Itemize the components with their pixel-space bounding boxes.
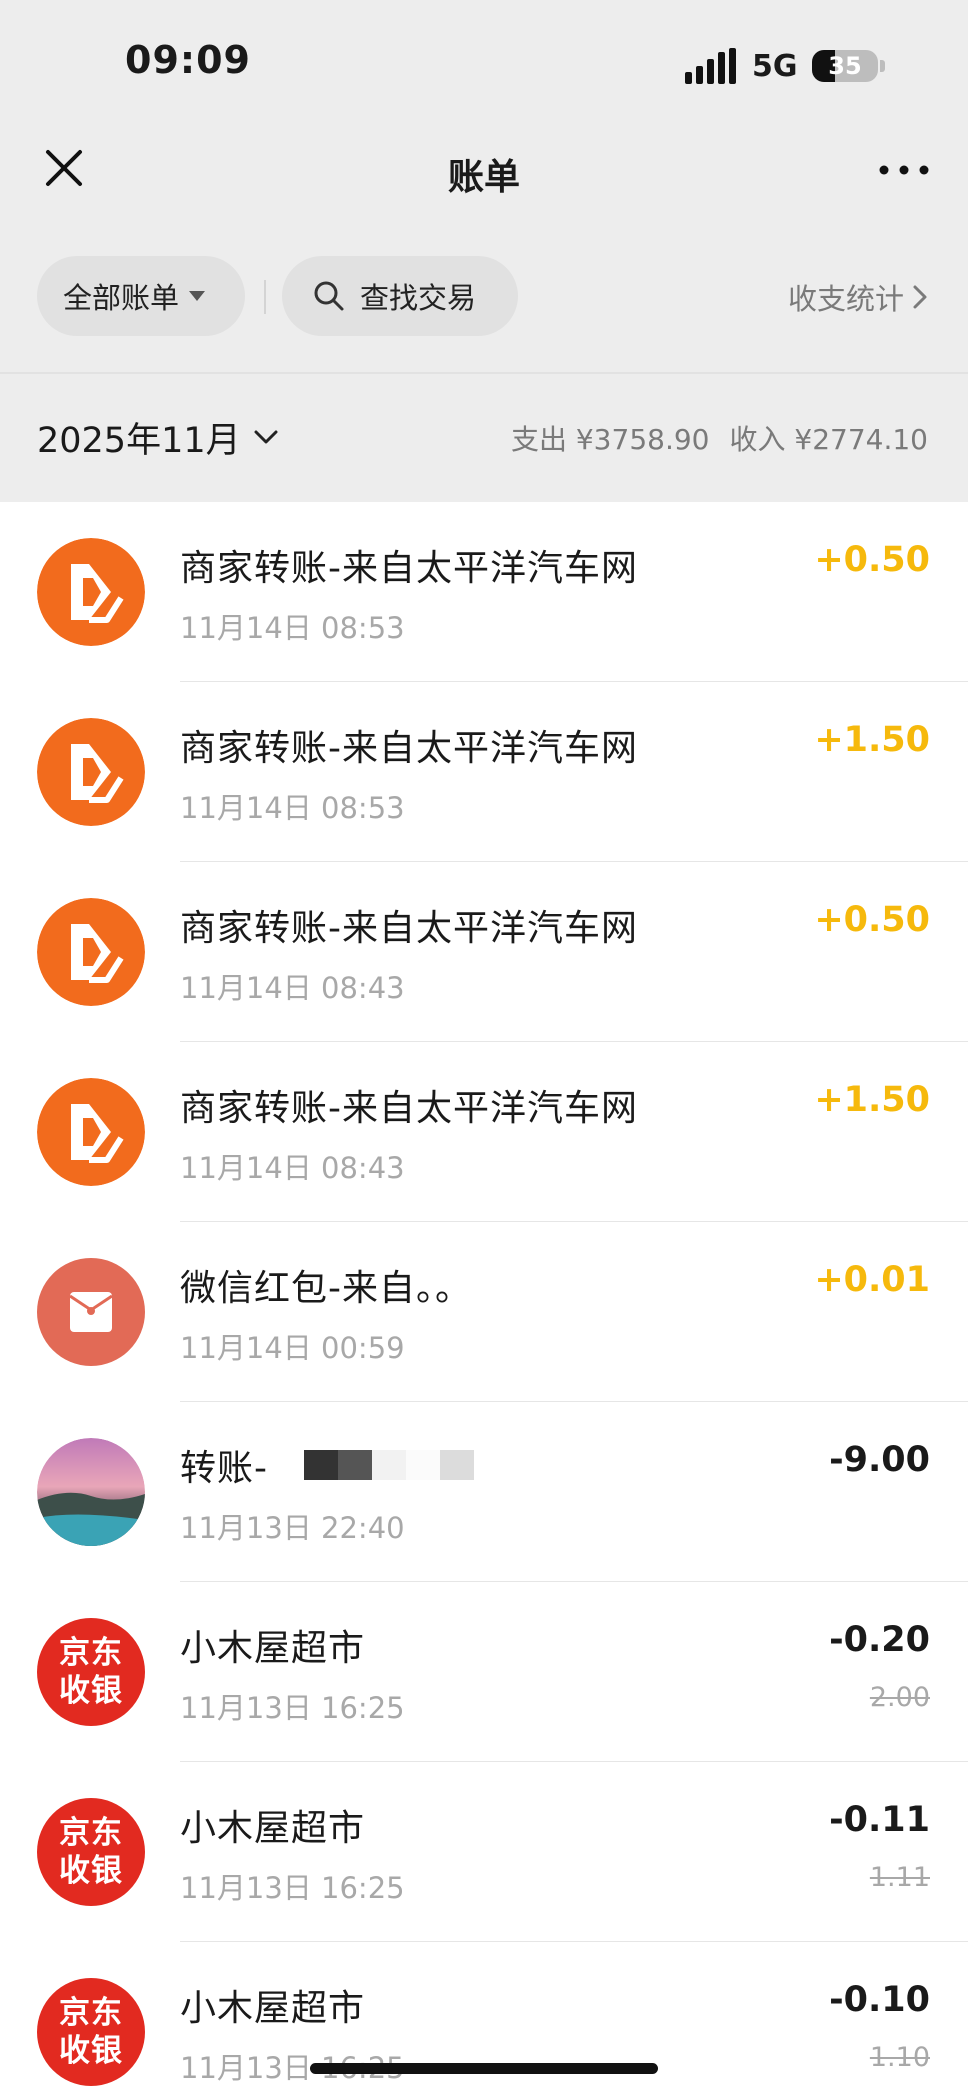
month-selector[interactable]: 2025年11月 xyxy=(37,412,279,463)
transaction-title: 商家转账-来自太平洋汽车网 xyxy=(180,1088,638,1129)
redacted-name xyxy=(304,1446,476,1482)
home-indicator[interactable] xyxy=(310,2063,658,2074)
expense-total: 支出 ¥3758.90 xyxy=(510,423,710,456)
transaction-time: 11月14日 08:53 xyxy=(180,611,405,645)
transaction-row[interactable]: 商家转账-来自太平洋汽车网 11月14日 08:53 +0.50 xyxy=(0,502,968,682)
transaction-amount: +0.50 xyxy=(814,540,930,580)
logo-line-2: 收银 xyxy=(59,1853,123,1889)
all-bills-label: 全部账单 xyxy=(63,281,180,315)
transaction-title: 小木屋超市 xyxy=(180,1808,366,1849)
transaction-time: 11月13日 16:25 xyxy=(180,1691,405,1725)
logo-line-1: 京东 xyxy=(59,1995,123,2031)
jd-pay-logo-icon: 京东 收银 xyxy=(37,1978,145,2086)
transaction-amount: +0.01 xyxy=(814,1260,930,1300)
month-label: 2025年11月 xyxy=(37,421,241,461)
stats-label: 收支统计 xyxy=(787,282,904,316)
month-summary: 支出 ¥3758.90 收入 ¥2774.10 xyxy=(511,418,928,458)
transaction-title: 商家转账-来自太平洋汽车网 xyxy=(180,908,638,949)
transaction-title: 微信红包-来自。。 xyxy=(180,1268,472,1309)
filter-divider xyxy=(264,280,266,314)
transaction-amount: +0.50 xyxy=(814,900,930,940)
transaction-row[interactable]: 商家转账-来自太平洋汽车网 11月14日 08:43 +1.50 xyxy=(0,1042,968,1222)
transaction-row[interactable]: 微信红包-来自。。 11月14日 00:59 +0.01 xyxy=(0,1222,968,1402)
signal-icon xyxy=(685,48,736,84)
pacific-auto-logo-icon xyxy=(37,718,145,826)
transaction-time: 11月14日 00:59 xyxy=(180,1331,405,1365)
original-amount: 1.10 xyxy=(869,2042,930,2073)
income-total: 收入 ¥2774.10 xyxy=(729,423,928,456)
search-icon xyxy=(314,281,344,311)
chevron-down-icon xyxy=(254,430,278,443)
transaction-list: 商家转账-来自太平洋汽车网 11月14日 08:53 +0.50 商家转账-来自… xyxy=(0,502,968,2097)
red-packet-icon xyxy=(37,1258,145,1366)
transaction-time: 11月14日 08:53 xyxy=(180,791,405,825)
status-time: 09:09 xyxy=(125,38,251,82)
original-amount: 1.11 xyxy=(869,1862,930,1893)
network-type: 5G xyxy=(752,49,798,84)
battery-tip xyxy=(880,60,885,72)
more-options-icon[interactable] xyxy=(876,150,932,190)
logo-line-1: 京东 xyxy=(59,1635,123,1671)
battery-level: 35 xyxy=(828,52,862,80)
transaction-row[interactable]: 转账- 11月13日 22:40 -9.00 xyxy=(0,1402,968,1582)
caret-down-icon xyxy=(189,291,206,301)
transaction-amount: +1.50 xyxy=(814,720,930,760)
jd-pay-logo-icon: 京东 收银 xyxy=(37,1798,145,1906)
transaction-title: 小木屋超市 xyxy=(180,1988,366,2029)
income-expense-stats-link[interactable]: 收支统计 xyxy=(788,276,928,318)
original-amount: 2.00 xyxy=(869,1682,930,1713)
transaction-row[interactable]: 商家转账-来自太平洋汽车网 11月14日 08:53 +1.50 xyxy=(0,682,968,862)
transaction-time: 11月14日 08:43 xyxy=(180,971,405,1005)
jd-pay-logo-icon: 京东 收银 xyxy=(37,1618,145,1726)
logo-line-2: 收银 xyxy=(59,2033,123,2069)
transaction-row[interactable]: 京东 收银 小木屋超市 11月13日 16:25 -0.11 1.11 xyxy=(0,1762,968,1942)
search-transactions-button[interactable]: 查找交易 xyxy=(282,256,518,336)
logo-line-1: 京东 xyxy=(59,1815,123,1851)
transaction-title: 商家转账-来自太平洋汽车网 xyxy=(180,728,638,769)
transaction-time: 11月13日 16:25 xyxy=(180,1871,405,1905)
page-title: 账单 xyxy=(447,157,520,198)
logo-line-2: 收银 xyxy=(59,1673,123,1709)
pacific-auto-logo-icon xyxy=(37,1078,145,1186)
transaction-time: 11月14日 08:43 xyxy=(180,1151,405,1185)
transaction-row[interactable]: 商家转账-来自太平洋汽车网 11月14日 08:43 +0.50 xyxy=(0,862,968,1042)
all-bills-filter[interactable]: 全部账单 xyxy=(37,256,245,336)
transaction-title: 转账- xyxy=(180,1448,268,1489)
transaction-row[interactable]: 京东 收银 小木屋超市 11月13日 16:25 -0.20 2.00 xyxy=(0,1582,968,1762)
pacific-auto-logo-icon xyxy=(37,898,145,1006)
transaction-title: 商家转账-来自太平洋汽车网 xyxy=(180,548,638,589)
chevron-right-icon xyxy=(913,285,927,309)
transaction-amount: -0.10 xyxy=(829,1980,930,2020)
header-area: 09:09 5G 35 账单 全部账单 查找交易 收支统计 2025年11月 支… xyxy=(0,0,968,502)
battery-icon: 35 xyxy=(812,50,878,82)
transaction-time: 11月13日 22:40 xyxy=(180,1511,405,1545)
section-divider xyxy=(0,372,968,374)
user-avatar xyxy=(37,1438,145,1546)
transaction-amount: +1.50 xyxy=(814,1080,930,1120)
transaction-amount: -9.00 xyxy=(829,1440,930,1480)
search-label: 查找交易 xyxy=(360,281,477,315)
transaction-title: 小木屋超市 xyxy=(180,1628,366,1669)
transaction-amount: -0.20 xyxy=(829,1620,930,1660)
transaction-amount: -0.11 xyxy=(829,1800,930,1840)
pacific-auto-logo-icon xyxy=(37,538,145,646)
